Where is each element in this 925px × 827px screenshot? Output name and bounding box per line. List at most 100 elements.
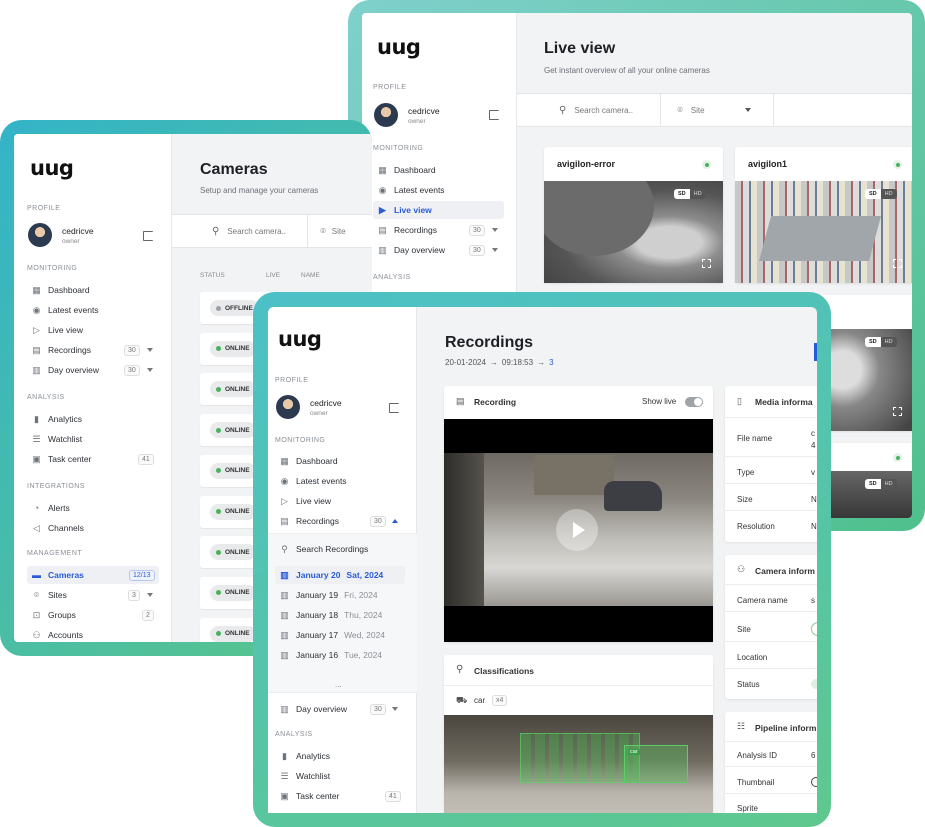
profile-card[interactable]: cedricve owner — [276, 395, 342, 419]
nav-label: Latest events — [296, 476, 347, 486]
chevron-down-icon[interactable] — [147, 593, 153, 597]
camera-tile[interactable]: avigilon-error SD HD — [544, 147, 723, 283]
camera-tile[interactable]: avigilon1 SD HD — [735, 147, 912, 283]
uug-logo: uug — [278, 327, 322, 351]
nav-latest-events[interactable]: ◉ Latest events — [275, 472, 405, 490]
nav-live-view[interactable]: ▷ Live view — [275, 492, 405, 510]
chevron-up-icon[interactable] — [392, 519, 398, 523]
status-badge: OFFLINE — [210, 300, 259, 316]
nav-dashboard[interactable]: ▦ Dashboard — [373, 161, 504, 179]
status-badge: ONLINE — [210, 503, 256, 520]
nav-latest-events[interactable]: ◉ Latest events — [27, 301, 159, 319]
nav-groups[interactable]: ⊡ Groups — [27, 606, 159, 624]
recordings-count: 30 — [124, 345, 140, 356]
quality-toggle[interactable]: SD HD — [865, 479, 897, 489]
status-badge: ONLINE — [210, 381, 256, 398]
fullscreen-icon[interactable] — [893, 259, 902, 268]
monitoring-section-label: MONITORING — [27, 265, 78, 272]
chevron-down-icon[interactable] — [492, 228, 498, 232]
classification-label[interactable]: car — [474, 696, 485, 705]
nav-watchlist[interactable]: ☰ Watchlist — [27, 430, 159, 448]
calendar-icon: ▥ — [280, 569, 289, 580]
media-field-key: File name — [737, 434, 773, 443]
recording-day-item[interactable]: ▥ January 16 Tue, 2024 — [275, 646, 405, 664]
nav-live-view[interactable]: ▷ Live view — [27, 321, 159, 339]
nav-label: Recordings — [394, 225, 437, 235]
quality-toggle[interactable]: SD HD — [865, 337, 897, 347]
recording-day-item[interactable]: ▥ January 19 Fri, 2024 — [275, 586, 405, 604]
breadcrumb-date[interactable]: 20-01-2024 — [445, 358, 486, 367]
logout-icon[interactable] — [143, 231, 153, 241]
bar-chart-icon: ▮ — [282, 750, 287, 761]
hd-option[interactable]: HD — [880, 337, 897, 347]
header-action-edge[interactable] — [814, 343, 817, 361]
hd-option[interactable]: HD — [880, 189, 897, 199]
fullscreen-icon[interactable] — [893, 407, 902, 416]
camera-feed[interactable]: SD HD — [735, 181, 912, 283]
nav-alerts[interactable]: ◔ Alerts — [27, 499, 159, 517]
nav-dashboard[interactable]: ▦ Dashboard — [27, 281, 159, 299]
recording-day-item[interactable]: ▥ January 18 Thu, 2024 — [275, 606, 405, 624]
divider — [725, 483, 817, 484]
video-player[interactable] — [444, 419, 713, 642]
day-label: January 20 — [296, 570, 341, 580]
search-recordings[interactable]: ⚲ Search Recordings — [275, 540, 405, 558]
breadcrumb-time[interactable]: 09:18:53 — [502, 358, 533, 367]
nav-dashboard[interactable]: ▦ Dashboard — [275, 452, 405, 470]
profile-card[interactable]: cedricve owner — [374, 103, 440, 127]
profile-section-label: PROFILE — [275, 377, 309, 384]
profile-role: owner — [408, 117, 426, 125]
breadcrumb-index[interactable]: 3 — [549, 358, 553, 367]
chevron-down-icon[interactable] — [492, 248, 498, 252]
nav-watchlist[interactable]: ☰ Watchlist — [275, 767, 405, 785]
hd-option[interactable]: HD — [689, 189, 706, 199]
hd-option[interactable]: HD — [880, 479, 897, 489]
nav-label: Watchlist — [296, 771, 331, 781]
nav-label: Recordings — [48, 345, 91, 355]
avatar — [374, 103, 398, 127]
page-title: Recordings — [445, 334, 534, 351]
nav-analytics[interactable]: ▮ Analytics — [27, 410, 159, 428]
fullscreen-icon[interactable] — [702, 259, 711, 268]
nav-channels[interactable]: ◁ Channels — [27, 519, 159, 537]
site-select[interactable]: Site — [332, 227, 346, 236]
nav-analytics[interactable]: ▮ Analytics — [275, 747, 405, 765]
camera-feed[interactable]: SD HD — [544, 181, 723, 283]
more-days[interactable]: ... — [335, 680, 342, 689]
quality-toggle[interactable]: SD HD — [674, 189, 706, 199]
recording-day-item[interactable]: ▥ January 17 Wed, 2024 — [275, 626, 405, 644]
play-icon[interactable] — [556, 509, 598, 551]
online-status-dot — [893, 160, 902, 169]
nav-latest-events[interactable]: ◉ Latest events — [373, 181, 504, 199]
chevron-down-icon[interactable] — [147, 348, 153, 352]
classification-frame[interactable]: car — [444, 715, 713, 813]
chevron-down-icon[interactable] — [744, 108, 751, 112]
logout-icon[interactable] — [389, 403, 399, 413]
film-icon: ▤ — [378, 224, 387, 235]
logout-icon[interactable] — [489, 110, 499, 120]
thumbnail-icon[interactable] — [811, 777, 817, 787]
chevron-down-icon[interactable] — [147, 368, 153, 372]
show-live-toggle[interactable] — [685, 397, 703, 407]
classifications-header: Classifications — [474, 666, 534, 676]
calendar-icon: ▥ — [32, 364, 41, 375]
nav-accounts[interactable]: ⚇ Accounts — [27, 626, 159, 642]
analysis-section-label: ANALYSIS — [373, 274, 411, 281]
sd-option[interactable]: SD — [865, 189, 881, 199]
sd-option[interactable]: SD — [865, 337, 881, 347]
sd-option[interactable]: SD — [865, 479, 881, 489]
site-select[interactable]: Site — [691, 106, 745, 115]
chevron-down-icon[interactable] — [392, 707, 398, 711]
sd-option[interactable]: SD — [674, 189, 690, 199]
quality-toggle[interactable]: SD HD — [865, 189, 897, 199]
divider — [660, 93, 662, 127]
list-icon: ☰ — [280, 770, 289, 781]
day-weekday: Thu, 2024 — [344, 610, 383, 620]
nav-live-view[interactable]: ▶ Live view — [373, 201, 504, 219]
recording-day-item[interactable]: ▥ January 20 Sat, 2024 — [275, 566, 405, 584]
fisheye-blob — [544, 181, 654, 256]
search-input[interactable]: Search camera.. — [227, 227, 307, 236]
profile-card[interactable]: cedricve owner — [28, 223, 94, 247]
search-input[interactable]: Search camera.. — [574, 106, 660, 115]
nav-label: Dashboard — [394, 165, 436, 175]
